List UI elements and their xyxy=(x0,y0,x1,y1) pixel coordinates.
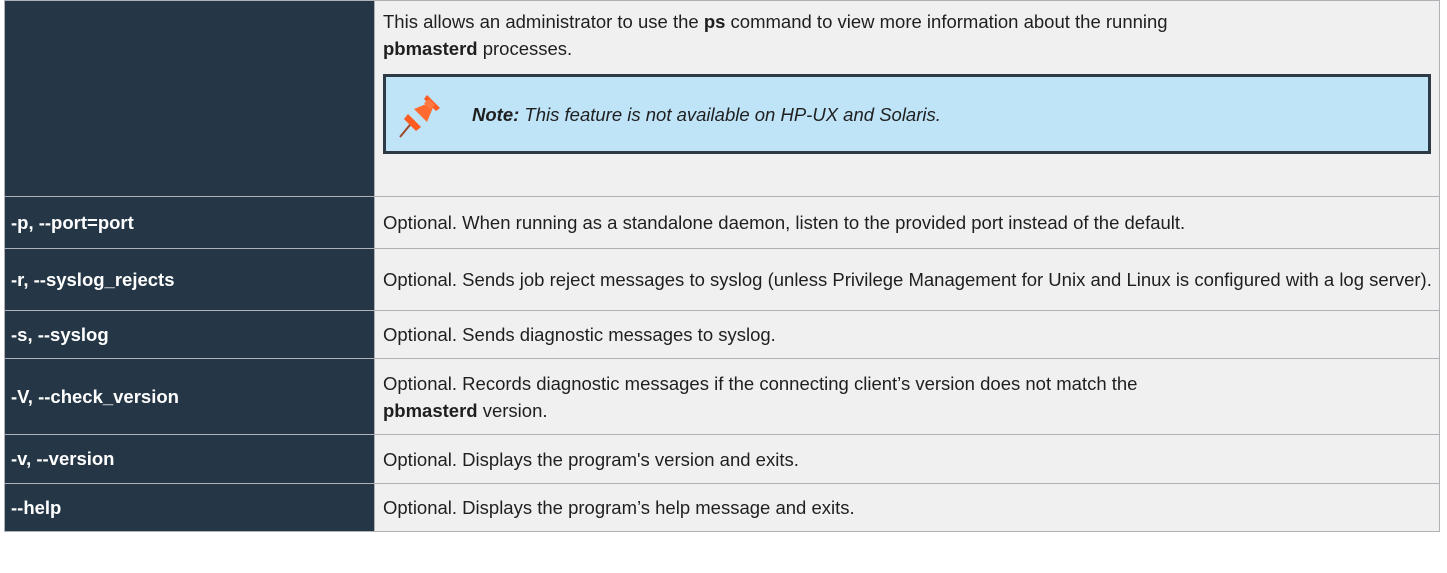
description-part: Optional. Records diagnostic messages if… xyxy=(383,372,1138,394)
option-description: Optional. Sends job reject messages to s… xyxy=(374,248,1440,311)
intro-text-part: processes. xyxy=(477,38,573,59)
description-part: version. xyxy=(477,399,548,421)
table-row: -r, --syslog_rejects Optional. Sends job… xyxy=(4,248,1440,311)
ps-command: ps xyxy=(703,11,726,32)
option-description: Optional. Records diagnostic messages if… xyxy=(374,358,1440,435)
table-row: -V, --check_version Optional. Records di… xyxy=(4,358,1440,435)
note-label: Note: xyxy=(472,103,520,125)
option-name: -V, --check_version xyxy=(4,358,375,435)
table-row: This allows an administrator to use the … xyxy=(4,0,1440,197)
option-description: Optional. When running as a standalone d… xyxy=(374,196,1440,249)
pushpin-icon xyxy=(399,95,440,138)
intro-text: This allows an administrator to use the … xyxy=(383,8,1433,62)
option-description: Optional. Sends diagnostic messages to s… xyxy=(374,310,1440,359)
option-name: -v, --version xyxy=(4,434,375,484)
table-row: --help Optional. Displays the program’s … xyxy=(4,483,1440,532)
note-text: Note: This feature is not available on H… xyxy=(472,101,941,128)
option-description: Optional. Displays the program's version… xyxy=(374,434,1440,484)
description-cell: This allows an administrator to use the … xyxy=(374,0,1440,197)
intro-text-part: This allows an administrator to use the xyxy=(383,11,704,32)
option-name: -r, --syslog_rejects xyxy=(4,248,375,311)
pbmasterd-name: pbmasterd xyxy=(383,38,478,59)
table-row: -p, --port=port Optional. When running a… xyxy=(4,196,1440,249)
options-table: This allows an administrator to use the … xyxy=(4,0,1440,532)
note-box: Note: This feature is not available on H… xyxy=(383,74,1431,154)
pbmasterd-name: pbmasterd xyxy=(383,399,478,421)
option-name: -s, --syslog xyxy=(4,310,375,359)
option-name: --help xyxy=(4,483,375,532)
table-row: -s, --syslog Optional. Sends diagnostic … xyxy=(4,310,1440,359)
option-name: -p, --port=port xyxy=(4,196,375,249)
option-cell-empty xyxy=(4,0,375,197)
note-body: This feature is not available on HP-UX a… xyxy=(519,103,941,125)
intro-text-part: command to view more information about t… xyxy=(725,11,1168,32)
table-row: -v, --version Optional. Displays the pro… xyxy=(4,434,1440,484)
option-description: Optional. Displays the program’s help me… xyxy=(374,483,1440,532)
